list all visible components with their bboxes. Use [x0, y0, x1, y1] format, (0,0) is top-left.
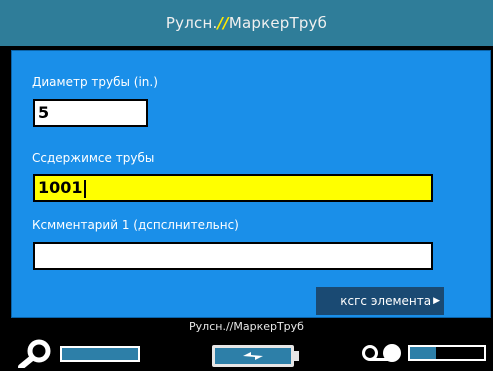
printer-screen: Рулсн.//МаркерТруб Диаметр трубы (in.) 5… — [0, 0, 493, 371]
pipe-diameter-value: 5 — [38, 103, 50, 122]
title-suffix: МаркерТруб — [228, 14, 328, 32]
title-accent: // — [217, 14, 229, 32]
pipe-diameter-label: Диаметр трубы (in.) — [32, 75, 158, 89]
arrow-right-icon: ▶ — [433, 296, 440, 306]
pipe-diameter-field[interactable]: 5 — [33, 99, 148, 127]
title-prefix: Рулсн. — [165, 14, 218, 32]
comment-label: Ксмментарий 1 (дспслнительнс) — [32, 218, 239, 232]
pipe-contents-label: Ссдержимсе трубы — [32, 151, 155, 165]
comment-field[interactable] — [33, 242, 433, 270]
next-element-button[interactable]: ксгс элемента ▶ — [316, 287, 444, 315]
status-caption: Рулсн.//МаркерТруб — [189, 320, 304, 333]
charging-bolt-icon — [243, 352, 263, 360]
tape-level-fill — [410, 347, 436, 359]
tape-level-meter — [408, 345, 486, 361]
tape-reel-icon — [362, 344, 401, 362]
text-cursor — [83, 179, 86, 198]
magnifier-icon — [18, 339, 51, 368]
pipe-contents-field[interactable]: 1001 — [33, 174, 433, 202]
title-bar: Рулсн.//МаркерТруб — [0, 0, 493, 48]
form-panel: Диаметр трубы (in.) 5 Ссдержимсе трубы 1… — [11, 50, 491, 318]
app-title: Рулсн.//МаркерТруб — [166, 14, 327, 32]
pipe-contents-value: 1001 — [38, 178, 83, 197]
battery-icon — [212, 345, 294, 367]
battery-tip — [294, 351, 299, 361]
zoom-meter — [60, 346, 140, 362]
next-element-label: ксгс элемента — [340, 294, 432, 308]
